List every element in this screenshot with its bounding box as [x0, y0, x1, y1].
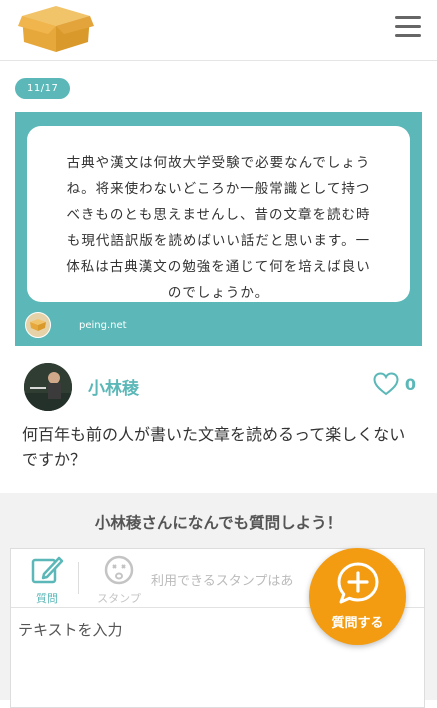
like-count: 0 [404, 374, 416, 394]
question-line: も現代語訳版を読めばいい話だと思います。一 [66, 233, 371, 249]
add-speech-bubble-icon [337, 562, 379, 604]
pencil-edit-icon [31, 556, 64, 584]
question-line: のでしょうか。 [167, 285, 270, 301]
header [0, 0, 437, 61]
stamp-tool-label: スタンプ [97, 592, 141, 605]
question-tool-label: 質問 [36, 592, 58, 605]
question-line: ね。将来使わないどころか一般常識として持つ [66, 181, 371, 197]
toolbar-divider [78, 562, 79, 594]
ask-question-button[interactable]: 質問する [309, 548, 406, 645]
ask-button-label: 質問する [331, 616, 384, 631]
answer-header: 小林稜 0 [24, 363, 424, 411]
answer-text: 何百年も前の人が書いた文章を読めるって楽しくないですか？ [22, 425, 406, 469]
stamp-face-icon [104, 555, 134, 585]
question-line: 古典や漢文は何故大学受験で必要なんでしょう [66, 155, 371, 171]
site-name: peing.net [79, 319, 127, 331]
site-logo-icon [25, 312, 51, 338]
question-line: べきものとも思えませんし、昔の文章を読む時 [66, 207, 371, 223]
hamburger-menu-icon[interactable] [395, 16, 421, 40]
stamp-tool-button[interactable]: スタンプ [89, 555, 149, 606]
card-footer: peing.net [25, 310, 127, 340]
like-button[interactable]: 0 [373, 372, 416, 396]
question-card: 古典や漢文は何故大学受験で必要なんでしょう ね。将来使わないどころか一般常識とし… [15, 112, 422, 346]
question-tool-button[interactable]: 質問 [17, 555, 77, 606]
question-bubble: 古典や漢文は何故大学受験で必要なんでしょう ね。将来使わないどころか一般常識とし… [27, 126, 410, 302]
avatar[interactable] [24, 363, 72, 411]
stamp-hint: 利用できるスタンプはあ [151, 574, 294, 589]
ask-title: 小林稜さんになんでも質問しよう！ [94, 514, 343, 532]
question-date-badge: 11/17 [15, 78, 71, 99]
answerer-name[interactable]: 小林稜 [88, 374, 139, 399]
cardboard-box-icon[interactable] [18, 4, 94, 54]
question-line: 体私は古典漢文の勉強を通じて何を培えば良い [66, 259, 371, 275]
heart-icon [373, 372, 399, 396]
